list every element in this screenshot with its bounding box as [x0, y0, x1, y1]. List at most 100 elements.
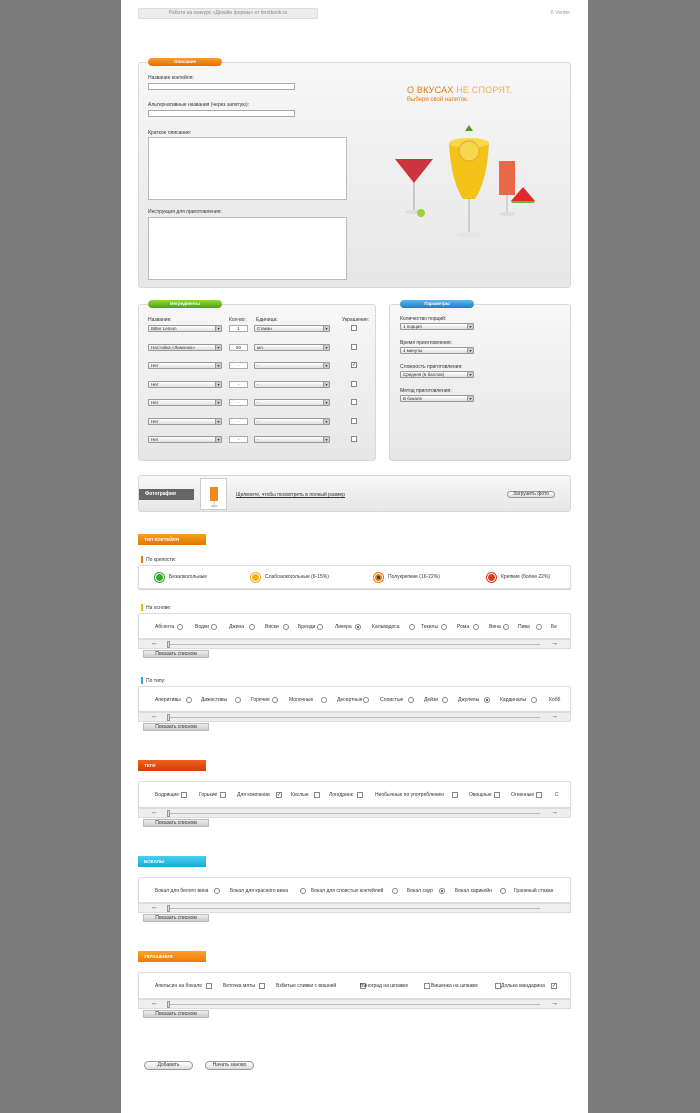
- kind-radio[interactable]: [363, 697, 369, 703]
- base-radio[interactable]: [177, 624, 183, 630]
- ingredient-unit-select[interactable]: Стакан ▾: [254, 325, 330, 332]
- reset-button[interactable]: Начать заново: [205, 1061, 254, 1070]
- method-select[interactable]: В бокале ▾: [400, 395, 474, 402]
- kind-radio[interactable]: [408, 697, 414, 703]
- time-select[interactable]: 4 минуты ▾: [400, 347, 474, 354]
- tag-checkbox[interactable]: ✓: [276, 792, 282, 798]
- ingredient-unit-select[interactable]: мл. ▾: [254, 343, 330, 351]
- ingredient-name-select[interactable]: Bitter Lemon ▾: [148, 325, 222, 332]
- base-radio[interactable]: [317, 624, 323, 630]
- tag-checkbox[interactable]: [357, 792, 363, 798]
- ingredient-unit-select[interactable]: - ▾: [254, 417, 330, 425]
- decoration-checkbox[interactable]: ✓: [351, 362, 357, 368]
- kind-radio[interactable]: [235, 697, 241, 703]
- base-list-button[interactable]: Показать списком: [143, 650, 209, 658]
- photo-view-link[interactable]: Щелкните, чтобы посмотреть в полный разм…: [236, 492, 345, 498]
- glass-radio[interactable]: [392, 888, 398, 894]
- glass-radio[interactable]: [300, 888, 306, 894]
- scroll-left-icon[interactable]: ←: [151, 809, 158, 816]
- glass-radio[interactable]: [500, 888, 506, 894]
- kind-radio[interactable]: [272, 697, 278, 703]
- base-radio[interactable]: [355, 624, 361, 630]
- ingredient-name-select[interactable]: Нет ▾: [148, 399, 222, 406]
- ingredient-unit-select[interactable]: - ▾: [254, 380, 330, 388]
- scroll-right-icon[interactable]: →: [551, 713, 558, 720]
- tags-list-button[interactable]: Показать списком: [143, 819, 209, 827]
- decoration-checkbox[interactable]: [351, 343, 357, 350]
- glass-radio[interactable]: [214, 888, 220, 894]
- ingredient-name-select[interactable]: Настойка «Лимонка» ▾: [148, 343, 222, 351]
- ingredient-name-select[interactable]: Нет ▾: [148, 362, 222, 369]
- ingredient-unit-select[interactable]: - ▾: [254, 436, 330, 443]
- glasses-list-button[interactable]: Показать списком: [143, 914, 209, 922]
- glass-radio[interactable]: [439, 888, 445, 894]
- scroll-left-icon[interactable]: ←: [151, 904, 158, 911]
- kind-radio[interactable]: [186, 697, 192, 703]
- tag-checkbox[interactable]: [220, 792, 226, 798]
- scroll-left-icon[interactable]: ←: [151, 1000, 158, 1007]
- tag-checkbox[interactable]: [452, 792, 458, 798]
- ingredient-name-select[interactable]: Нет ▾: [148, 380, 222, 388]
- ingredient-name-select[interactable]: Нет ▾: [148, 436, 222, 443]
- kind-radio[interactable]: [531, 697, 537, 703]
- ingredient-qty-field[interactable]: -: [229, 399, 248, 406]
- scroll-left-icon[interactable]: ←: [151, 640, 158, 647]
- alt-names-field[interactable]: [148, 110, 295, 117]
- ingredient-qty-field[interactable]: 50: [229, 343, 248, 351]
- scroll-right-icon[interactable]: →: [551, 1000, 558, 1007]
- ingredient-qty-field[interactable]: -: [229, 380, 248, 388]
- kind-scrollbar[interactable]: ← →: [138, 712, 571, 722]
- kind-radio[interactable]: [321, 697, 327, 703]
- decoration-checkbox[interactable]: [259, 983, 265, 989]
- decoration-checkbox[interactable]: [424, 983, 430, 989]
- ingredient-unit-select[interactable]: - ▾: [254, 362, 330, 369]
- glasses-scrollbar[interactable]: ←: [138, 903, 571, 913]
- kind-radio[interactable]: [442, 697, 448, 703]
- scroll-right-icon[interactable]: →: [551, 640, 558, 647]
- tag-checkbox[interactable]: [181, 792, 187, 798]
- cocktail-name-field[interactable]: [148, 83, 295, 90]
- decoration-checkbox[interactable]: ✓: [551, 983, 557, 989]
- tags-scrollbar[interactable]: ← →: [138, 808, 571, 818]
- base-radio[interactable]: [211, 624, 217, 630]
- base-radio[interactable]: [473, 624, 479, 630]
- base-radio[interactable]: [409, 624, 415, 630]
- tag-checkbox[interactable]: [536, 792, 542, 798]
- short-desc-textarea[interactable]: [148, 137, 347, 200]
- base-radio[interactable]: [283, 624, 289, 630]
- base-radio[interactable]: [441, 624, 447, 630]
- base-radio[interactable]: [536, 624, 542, 630]
- strength-icon[interactable]: [251, 573, 260, 582]
- strength-icon[interactable]: [155, 573, 164, 582]
- decoration-checkbox[interactable]: [351, 399, 357, 405]
- decorations-list-button[interactable]: Показать списком: [143, 1010, 209, 1018]
- decoration-checkbox[interactable]: [206, 983, 212, 989]
- photo-thumbnail[interactable]: [200, 478, 227, 510]
- add-button[interactable]: Добавить: [144, 1061, 193, 1070]
- strength-icon[interactable]: [487, 573, 496, 582]
- base-radio[interactable]: [503, 624, 509, 630]
- base-radio[interactable]: [249, 624, 255, 630]
- scroll-left-icon[interactable]: ←: [151, 713, 158, 720]
- kind-list-button[interactable]: Показать списком: [143, 723, 209, 731]
- base-scrollbar[interactable]: ← →: [138, 639, 571, 649]
- ingredient-qty-field[interactable]: -: [229, 417, 248, 425]
- instructions-textarea[interactable]: [148, 217, 347, 280]
- decoration-checkbox[interactable]: [351, 380, 357, 387]
- ingredient-qty-field[interactable]: 1: [229, 325, 248, 332]
- strength-icon[interactable]: [374, 573, 383, 582]
- ingredient-qty-field[interactable]: -: [229, 362, 248, 369]
- ingredient-unit-select[interactable]: - ▾: [254, 399, 330, 406]
- difficulty-select[interactable]: Средняя (6 баллов) ▾: [400, 371, 474, 378]
- decoration-checkbox[interactable]: [351, 436, 357, 442]
- kind-radio[interactable]: [484, 697, 490, 703]
- decoration-checkbox[interactable]: [351, 325, 357, 331]
- upload-photo-button[interactable]: Загрузить фото: [507, 491, 555, 498]
- tag-checkbox[interactable]: [314, 792, 320, 798]
- decorations-scrollbar[interactable]: ← →: [138, 999, 571, 1009]
- scroll-right-icon[interactable]: →: [551, 809, 558, 816]
- portions-select[interactable]: 1 порция ▾: [400, 323, 474, 330]
- tag-checkbox[interactable]: [494, 792, 500, 798]
- decoration-checkbox[interactable]: [351, 417, 357, 424]
- ingredient-qty-field[interactable]: -: [229, 436, 248, 443]
